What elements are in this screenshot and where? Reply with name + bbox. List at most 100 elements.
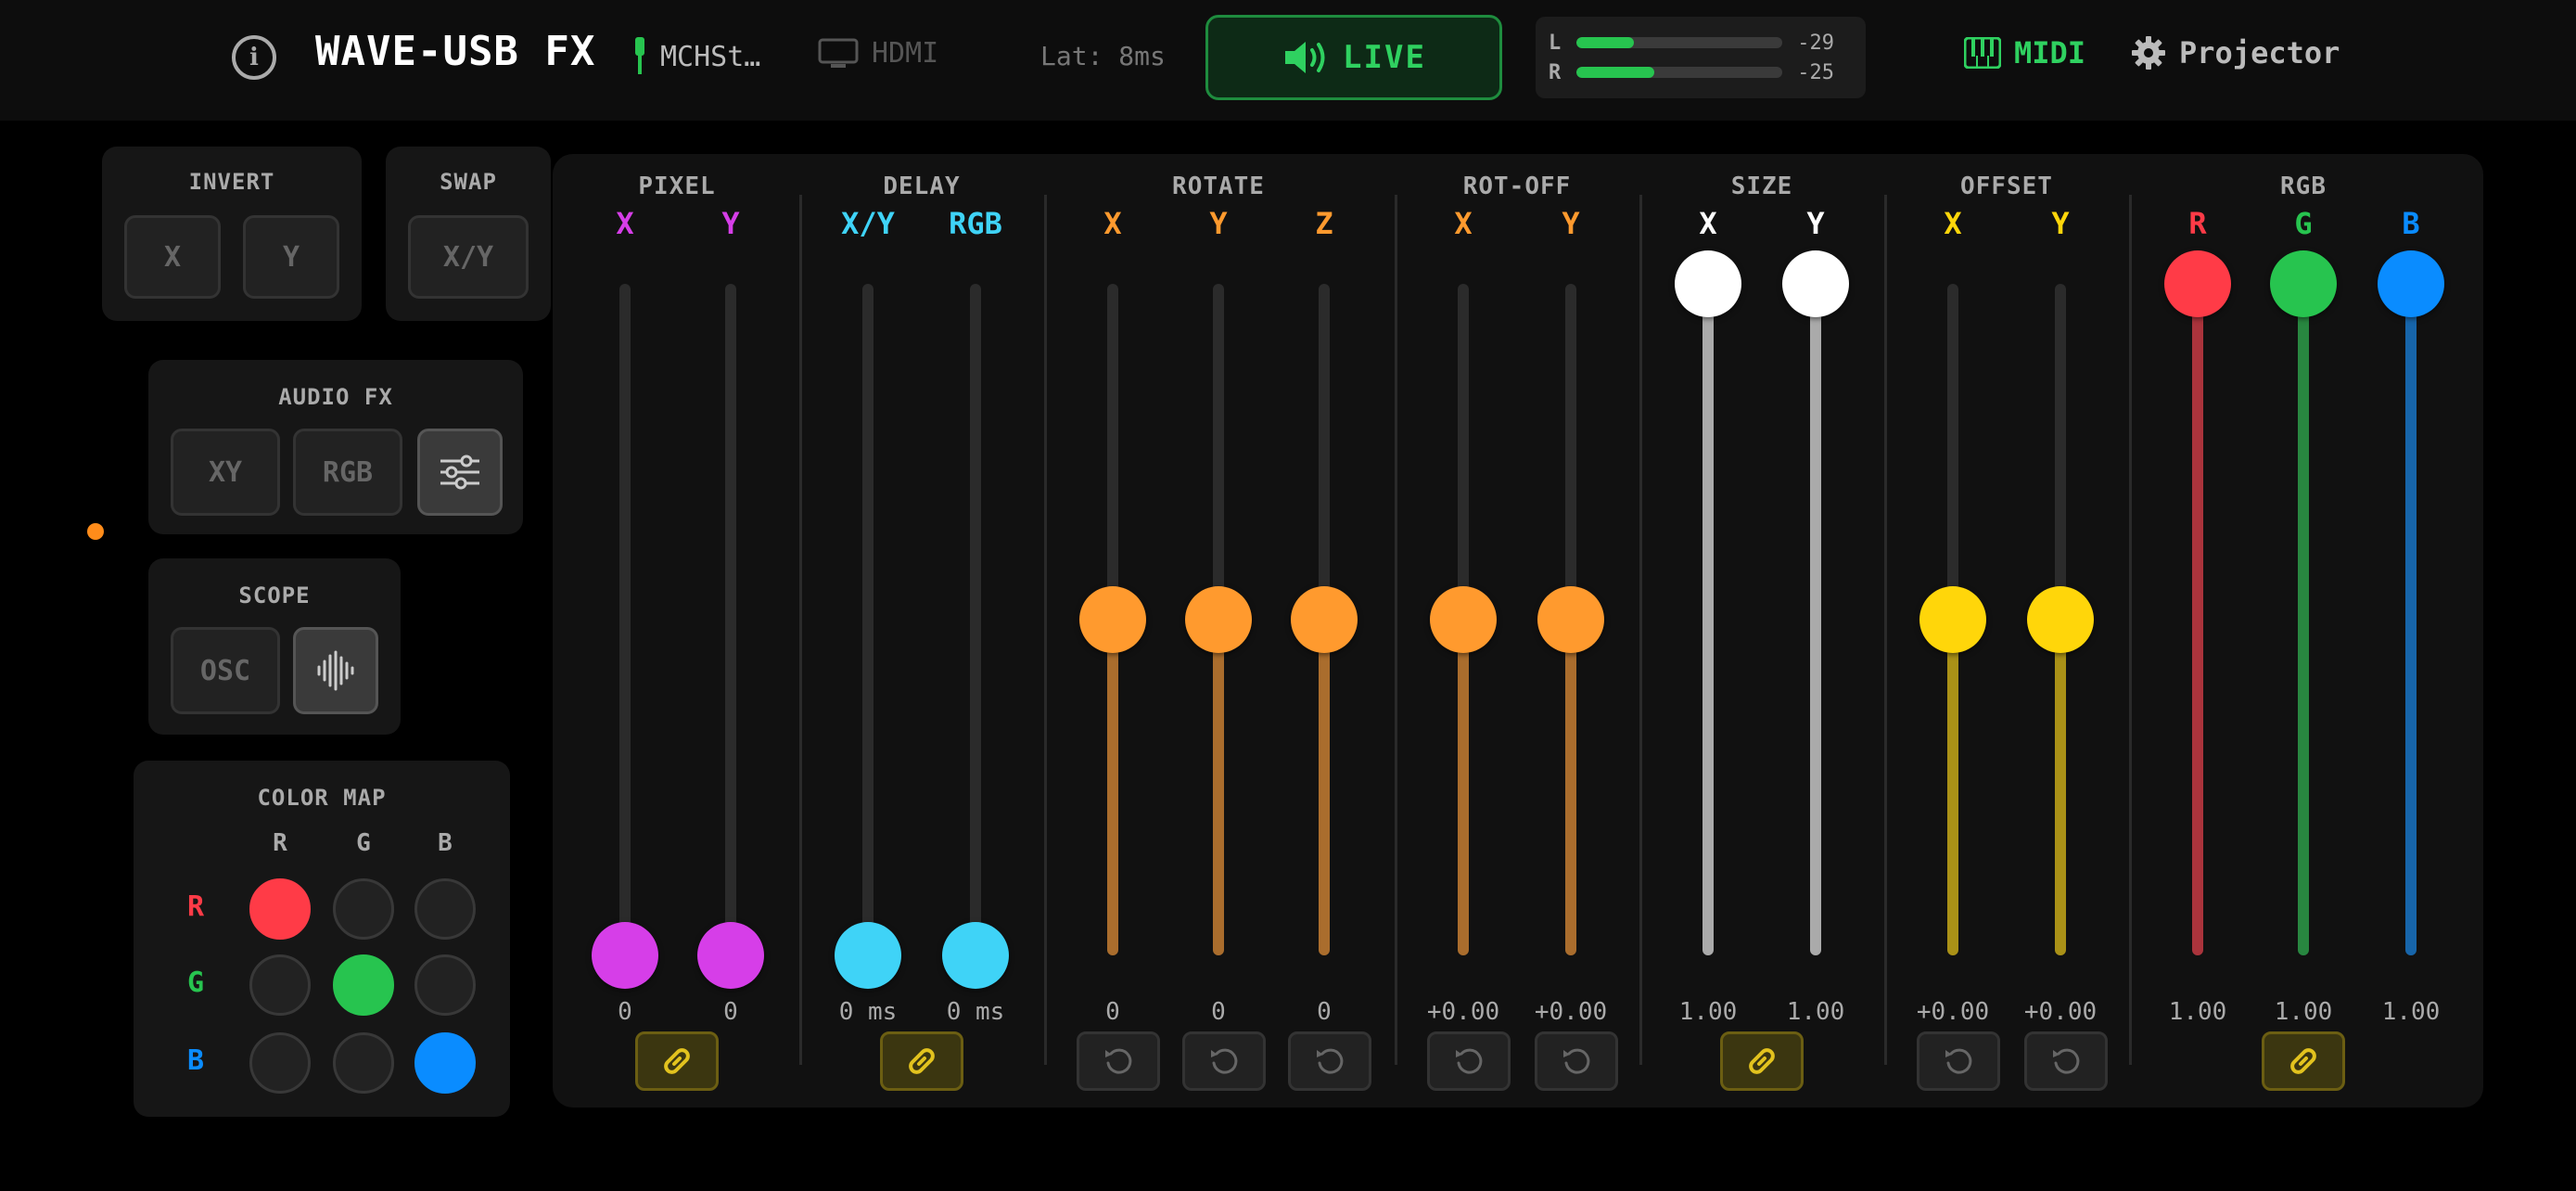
reset-button-offset-y[interactable]: [2024, 1031, 2108, 1091]
invert-y-button[interactable]: Y: [243, 215, 339, 299]
color-map-cell-gb[interactable]: [414, 954, 476, 1016]
fader-knob-size-x[interactable]: [1675, 250, 1741, 317]
fader-track-rgb-g[interactable]: [2298, 284, 2309, 955]
video-device-selector[interactable]: HDMI: [818, 37, 938, 70]
reset-button-rotate-x[interactable]: [1077, 1031, 1160, 1091]
color-map-cell-gr[interactable]: [249, 954, 311, 1016]
reset-button-rotate-y[interactable]: [1182, 1031, 1266, 1091]
link-button-delay[interactable]: [880, 1031, 963, 1091]
fader-knob-pixel-y[interactable]: [697, 922, 764, 989]
invert-x-button[interactable]: X: [124, 215, 221, 299]
color-map-cell-gg[interactable]: [333, 954, 394, 1016]
channel-label-pixel-y: Y: [721, 206, 740, 241]
reset-icon: [2053, 1048, 2080, 1074]
group-separator: [2129, 195, 2132, 1065]
color-map-cell-rb[interactable]: [414, 878, 476, 940]
color-map-cell-bg[interactable]: [333, 1032, 394, 1094]
reset-button-offset-x[interactable]: [1917, 1031, 2000, 1091]
audio-fx-xy-button[interactable]: XY: [171, 429, 280, 516]
audio-device-selector[interactable]: MCHSt…: [632, 37, 760, 76]
fader-track-rgb-b[interactable]: [2405, 284, 2417, 955]
channel-value-offset-x: +0.00: [1916, 998, 1990, 1026]
group-separator: [1884, 195, 1887, 1065]
fader-knob-rot-off-y[interactable]: [1537, 586, 1604, 653]
fader-knob-rgb-b[interactable]: [2378, 250, 2444, 317]
monitor-icon: [818, 38, 859, 68]
invert-title: INVERT: [188, 169, 275, 195]
status-dot: [87, 523, 104, 540]
channel-value-rotate-y: 0: [1211, 998, 1226, 1026]
link-button-pixel[interactable]: [635, 1031, 719, 1091]
scope-wave-button[interactable]: [293, 627, 378, 714]
audio-device-name: MCHSt…: [660, 40, 761, 73]
channel-label-size-x: X: [1699, 206, 1717, 241]
fader-knob-offset-y[interactable]: [2027, 586, 2094, 653]
color-map-column-g: G: [356, 829, 371, 857]
piano-icon: [1964, 37, 2001, 69]
fader-fill-rgb-r: [2192, 284, 2203, 955]
fader-track-delay-rgb[interactable]: [970, 284, 981, 955]
fader-fill-size-x: [1702, 284, 1714, 955]
midi-button[interactable]: MIDI: [1964, 35, 2085, 70]
meter-channel: R: [1549, 60, 1562, 84]
reset-icon: [1105, 1048, 1132, 1074]
fader-knob-size-y[interactable]: [1782, 250, 1849, 317]
group-title-pixel: PIXEL: [638, 173, 716, 200]
fader-track-pixel-x[interactable]: [619, 284, 631, 955]
fader-knob-delay-xy[interactable]: [835, 922, 901, 989]
fader-fill-rotate-z: [1319, 620, 1330, 955]
fader-track-rgb-r[interactable]: [2192, 284, 2203, 955]
link-icon: [664, 1048, 690, 1074]
channel-label-pixel-x: X: [616, 206, 634, 241]
reset-button-rot-off-y[interactable]: [1535, 1031, 1618, 1091]
app-title: WAVE-USB FX: [315, 28, 596, 75]
fader-knob-rgb-r[interactable]: [2164, 250, 2231, 317]
fader-fill-size-y: [1810, 284, 1821, 955]
speaker-icon: [1285, 42, 1325, 73]
fader-knob-pixel-x[interactable]: [592, 922, 658, 989]
meter-db: -29: [1797, 31, 1834, 55]
group-separator: [1044, 195, 1047, 1065]
color-map-cell-br[interactable]: [249, 1032, 311, 1094]
fader-knob-rotate-x[interactable]: [1079, 586, 1146, 653]
fader-knob-rotate-z[interactable]: [1291, 586, 1358, 653]
fader-track-size-x[interactable]: [1702, 284, 1714, 955]
color-map-cell-bb[interactable]: [414, 1032, 476, 1094]
fader-knob-rgb-g[interactable]: [2270, 250, 2337, 317]
swap-xy-button[interactable]: X/Y: [408, 215, 529, 299]
link-button-size[interactable]: [1720, 1031, 1804, 1091]
fader-knob-offset-x[interactable]: [1919, 586, 1986, 653]
group-separator: [799, 195, 802, 1065]
channel-label-offset-y: Y: [2051, 206, 2070, 241]
swap-panel: SWAP X/Y: [386, 147, 551, 321]
color-map-title: COLOR MAP: [257, 785, 387, 811]
color-map-cell-rr[interactable]: [249, 878, 311, 940]
link-button-rgb[interactable]: [2262, 1031, 2345, 1091]
fader-knob-rotate-y[interactable]: [1185, 586, 1252, 653]
fader-track-delay-xy[interactable]: [862, 284, 874, 955]
fader-fill-rgb-b: [2405, 284, 2417, 955]
fader-knob-rot-off-x[interactable]: [1430, 586, 1497, 653]
meter-track: [1576, 37, 1782, 48]
meter-channel: L: [1549, 31, 1562, 55]
channel-value-delay-rgb: 0 ms: [946, 998, 1005, 1026]
fader-fill-rot-off-y: [1565, 620, 1576, 955]
audio-fx-panel: AUDIO FX XY RGB: [148, 360, 523, 534]
info-icon[interactable]: i: [232, 35, 276, 80]
reset-button-rotate-z[interactable]: [1288, 1031, 1371, 1091]
fader-fill-rotate-x: [1107, 620, 1118, 955]
swap-title: SWAP: [440, 169, 497, 195]
fader-track-size-y[interactable]: [1810, 284, 1821, 955]
color-map-cell-rg[interactable]: [333, 878, 394, 940]
reset-button-rot-off-x[interactable]: [1427, 1031, 1511, 1091]
group-title-size: SIZE: [1730, 173, 1793, 200]
reset-icon: [1317, 1048, 1344, 1074]
audio-fx-rgb-button[interactable]: RGB: [293, 429, 402, 516]
fader-knob-delay-rgb[interactable]: [942, 922, 1009, 989]
audio-fx-settings-button[interactable]: [417, 429, 503, 516]
scope-osc-button[interactable]: OSC: [171, 627, 280, 714]
live-button[interactable]: LIVE: [1205, 15, 1502, 100]
projector-button[interactable]: Projector: [2131, 35, 2340, 70]
reset-icon: [1456, 1048, 1483, 1074]
fader-track-pixel-y[interactable]: [725, 284, 736, 955]
